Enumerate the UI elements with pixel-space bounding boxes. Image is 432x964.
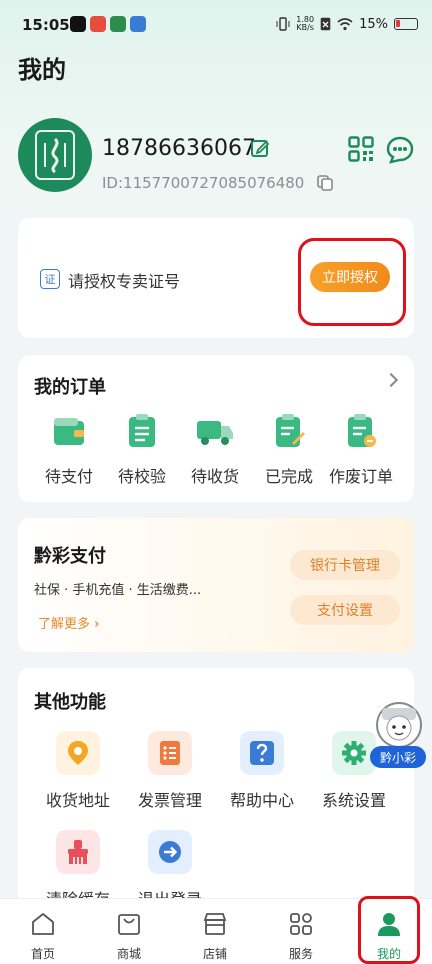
chevron-right-icon[interactable]	[383, 372, 399, 388]
clipboard-check-icon	[129, 414, 155, 447]
user-id: ID:1157700727085076480	[102, 174, 305, 192]
message-icon[interactable]	[386, 136, 414, 164]
order-cancelled[interactable]: 作废订单	[324, 413, 398, 487]
nav-store[interactable]: 店铺	[172, 899, 258, 964]
learn-more-link[interactable]: 了解更多 ›	[38, 613, 100, 632]
my-orders-title: 我的订单	[34, 377, 106, 398]
pay-services-text: 社保 · 手机充值 · 生活缴费...	[34, 583, 202, 598]
wallet-icon	[54, 418, 84, 445]
status-time: 15:05	[22, 16, 70, 34]
no-sim-icon	[320, 17, 331, 31]
battery-percent: 15%	[359, 16, 388, 32]
pay-title: 黔彩支付	[34, 546, 106, 567]
app-icon	[130, 16, 146, 32]
weibo-icon	[90, 16, 106, 32]
avatar[interactable]	[18, 118, 92, 192]
help-icon	[240, 731, 284, 775]
order-completed[interactable]: 已完成	[252, 413, 326, 487]
nav-mine-highlight-box	[358, 896, 420, 964]
pay-settings-button[interactable]: 支付设置	[290, 595, 400, 625]
location-pin-icon	[56, 731, 100, 775]
page-title: 我的	[18, 56, 66, 84]
order-pending-payment[interactable]: 待支付	[32, 413, 106, 487]
other-functions-card: 其他功能 收货地址 发票管理 帮助中心 系统设置 清除缓存 退出登录	[18, 668, 414, 909]
nav-mall[interactable]: 商城	[86, 899, 172, 964]
edit-icon[interactable]	[250, 138, 270, 158]
status-bar: 15:05 1.80 KB/s 15%	[0, 0, 432, 50]
license-auth-label: 请授权专卖证号	[68, 272, 181, 291]
store-icon	[203, 913, 227, 935]
app-icon	[110, 16, 126, 32]
qr-code-icon[interactable]	[348, 136, 374, 162]
home-icon	[32, 913, 54, 935]
chevron-right-icon: ›	[94, 617, 100, 632]
copy-icon[interactable]	[316, 174, 334, 192]
mascot-label: 黔小彩	[370, 746, 426, 768]
vibrate-icon	[276, 17, 290, 31]
order-pending-verify[interactable]: 待校验	[105, 413, 179, 487]
help-center-item[interactable]: 帮助中心	[219, 731, 305, 811]
certificate-icon: 证	[40, 269, 60, 289]
status-app-icons	[70, 16, 146, 32]
shipping-address-item[interactable]: 收货地址	[35, 731, 121, 811]
mascot-icon	[376, 702, 422, 748]
user-phone: 18786636067	[102, 136, 256, 161]
logo-icon	[35, 130, 75, 180]
order-pending-receipt[interactable]: 待收货	[178, 413, 252, 487]
nav-services[interactable]: 服务	[258, 899, 344, 964]
my-orders-card: 我的订单 待支付 待校验 待收货 已完成 作废订单	[18, 355, 414, 502]
mascot-assistant-button[interactable]: 黔小彩	[370, 702, 426, 770]
truck-icon	[197, 421, 233, 445]
authorize-highlight-box	[298, 238, 406, 326]
clipboard-edit-icon	[276, 414, 305, 447]
tiktok-icon	[70, 16, 86, 32]
status-indicators: 1.80 KB/s 15%	[276, 16, 418, 32]
logout-arrow-icon	[148, 830, 192, 874]
bank-card-manage-button[interactable]: 银行卡管理	[290, 550, 400, 580]
invoice-icon	[148, 731, 192, 775]
battery-icon	[394, 18, 418, 30]
shopping-bag-icon	[118, 914, 140, 935]
network-speed: 1.80 KB/s	[296, 15, 315, 32]
other-functions-title: 其他功能	[34, 692, 106, 713]
grid-icon	[290, 913, 312, 935]
nav-home[interactable]: 首页	[0, 899, 86, 964]
invoice-manage-item[interactable]: 发票管理	[127, 731, 213, 811]
brush-icon	[56, 830, 100, 874]
qiancai-pay-card: 黔彩支付 社保 · 手机充值 · 生活缴费... 了解更多 › 银行卡管理 支付…	[18, 518, 414, 652]
clipboard-cancel-icon	[348, 414, 376, 447]
wifi-icon	[337, 17, 353, 30]
